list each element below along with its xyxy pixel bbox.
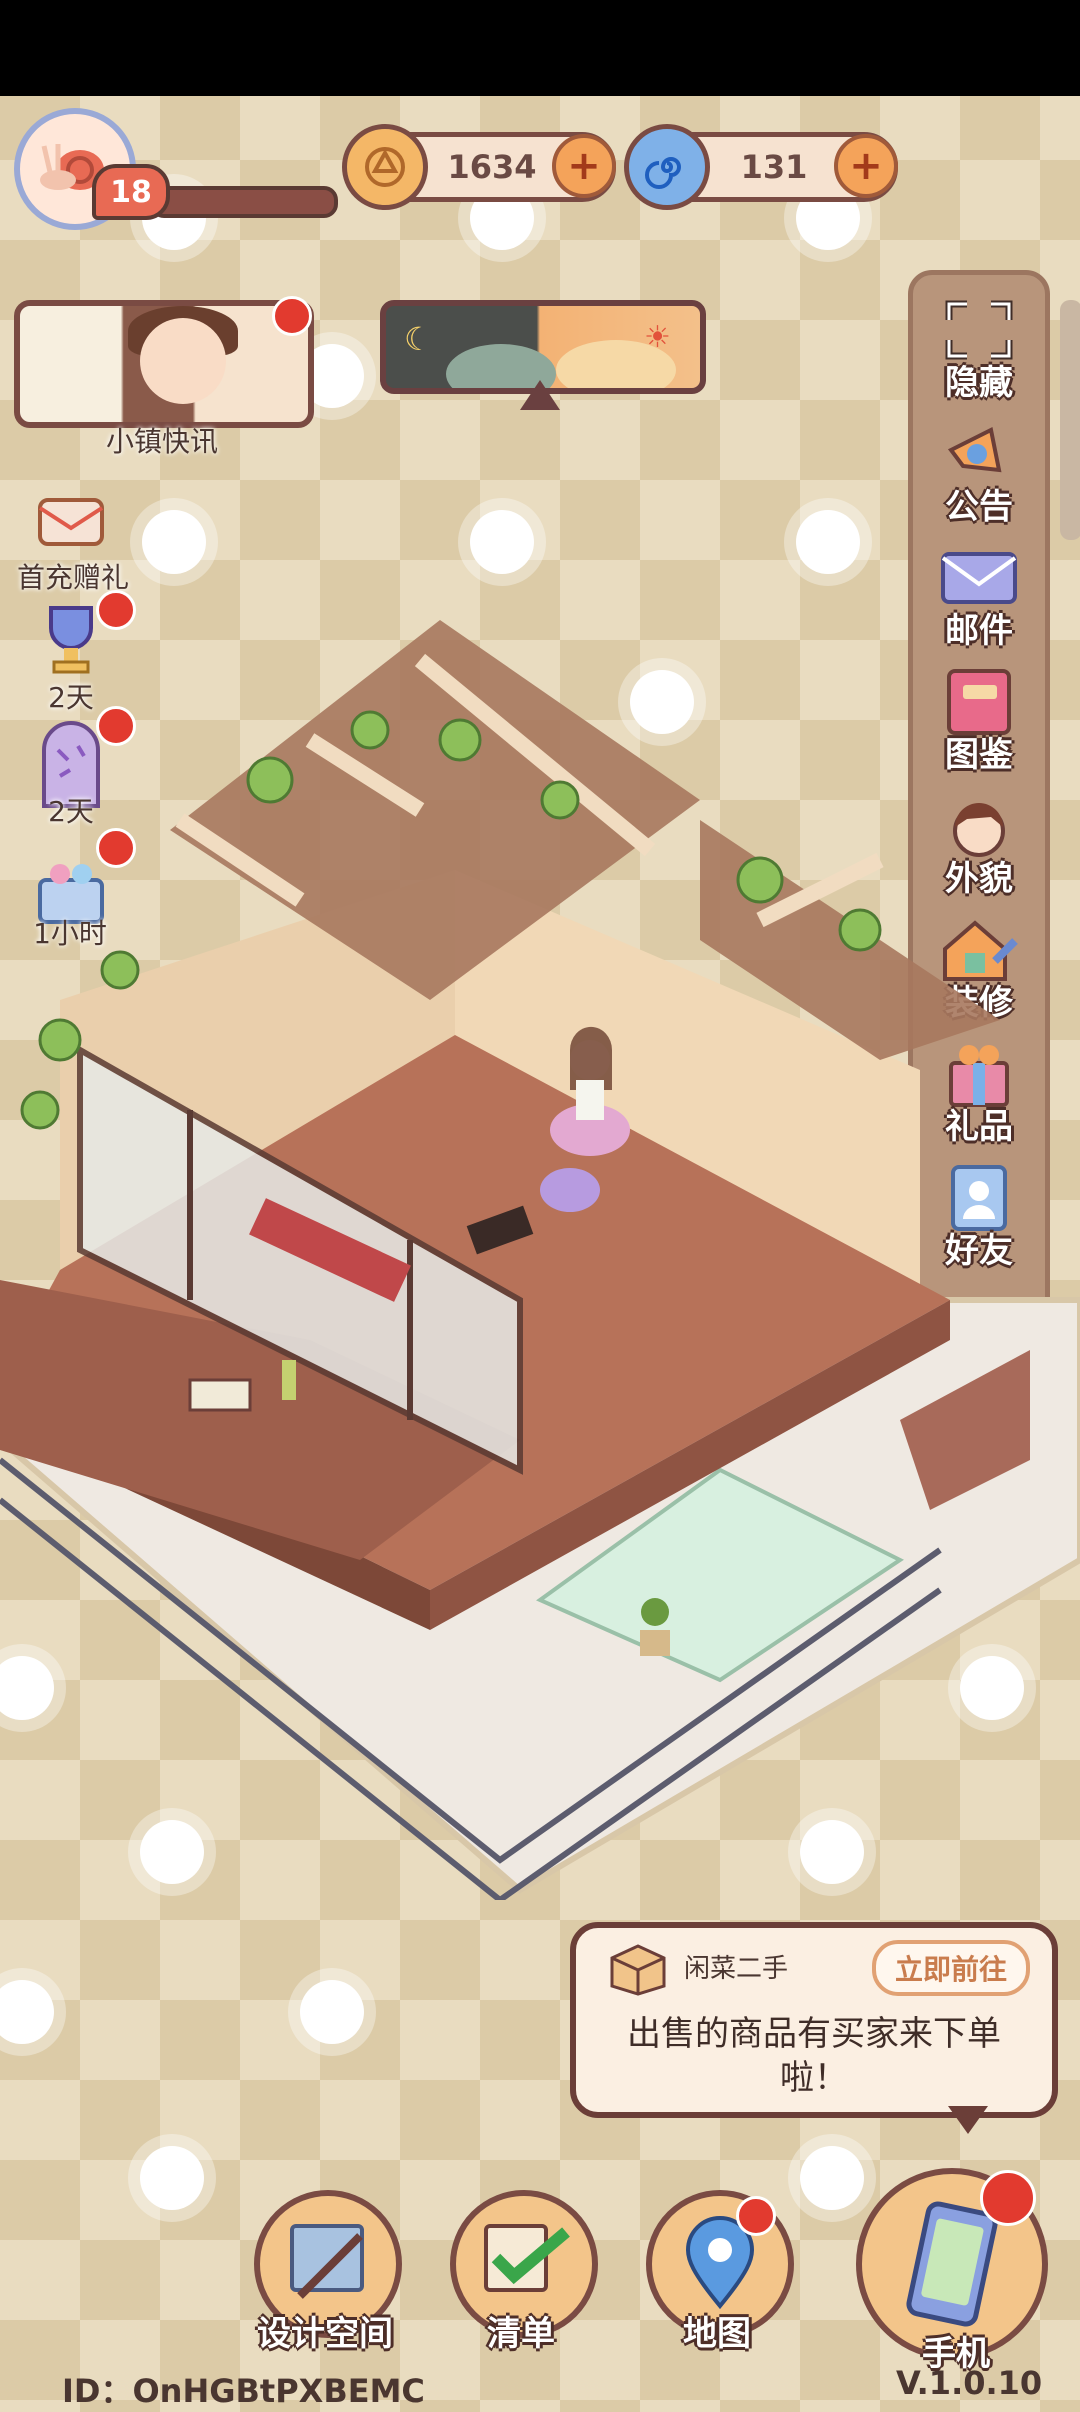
moon-icon: ☾ bbox=[404, 320, 433, 358]
menu-label-hide: 隐藏 bbox=[945, 363, 1013, 403]
notification-message: 出售的商品有买家来下单啦！ bbox=[627, 2014, 1001, 2098]
sun-decoration-icon bbox=[142, 510, 206, 574]
game-version: V.1.0.10 bbox=[896, 2364, 1043, 2402]
sun-decoration-icon bbox=[300, 1980, 364, 2044]
bubble-tail bbox=[948, 2106, 988, 2134]
coin-amount: 1634 bbox=[447, 148, 537, 186]
sun-decoration-icon bbox=[470, 510, 534, 574]
level-badge: 18 bbox=[92, 164, 170, 220]
sun-decoration-icon bbox=[140, 2146, 204, 2210]
menu-label-announcement: 公告 bbox=[945, 487, 1013, 527]
add-coins-button[interactable]: + bbox=[552, 134, 616, 198]
add-gems-button[interactable]: + bbox=[834, 134, 898, 198]
swirl-gem-icon bbox=[624, 124, 710, 210]
town-news-card[interactable] bbox=[14, 300, 314, 428]
go-now-button[interactable]: 立即前往 bbox=[872, 1940, 1030, 1996]
house-scene[interactable] bbox=[0, 600, 1080, 1900]
notification-dot bbox=[980, 2170, 1036, 2226]
first-recharge-gift-icon[interactable] bbox=[36, 494, 106, 550]
experience-bar bbox=[150, 186, 338, 218]
design-space-label[interactable]: 设计空间 bbox=[250, 2306, 400, 2355]
character-portrait bbox=[140, 318, 226, 404]
sun-decoration-icon bbox=[0, 1980, 54, 2044]
scrollbar-thumb[interactable] bbox=[1060, 300, 1080, 540]
checklist-label[interactable]: 清单 bbox=[446, 2306, 596, 2355]
gem-amount: 131 bbox=[740, 148, 808, 186]
player-id: ID：OnHGBtPXBEMC bbox=[62, 2372, 425, 2410]
sun-decoration-icon bbox=[796, 510, 860, 574]
coin-icon bbox=[342, 124, 428, 210]
menu-item-hide[interactable]: 隐藏 bbox=[913, 287, 1045, 407]
sun-decoration-icon bbox=[800, 2146, 864, 2210]
notification-dot bbox=[736, 2196, 776, 2236]
status-bar bbox=[0, 0, 1080, 96]
secondhand-market-notification[interactable]: 闲菜二手 立即前往 出售的商品有买家来下单啦！ bbox=[570, 1922, 1058, 2118]
notification-source: 闲菜二手 bbox=[684, 1954, 789, 1984]
notification-dot bbox=[272, 296, 312, 336]
parcel-box-icon bbox=[610, 1944, 666, 1996]
menu-item-announcement[interactable]: 公告 bbox=[913, 411, 1045, 531]
sun-icon: ☀ bbox=[644, 320, 671, 355]
map-label[interactable]: 地图 bbox=[642, 2306, 792, 2355]
time-marker bbox=[520, 380, 560, 410]
news-label: 小镇快讯 bbox=[105, 425, 218, 458]
